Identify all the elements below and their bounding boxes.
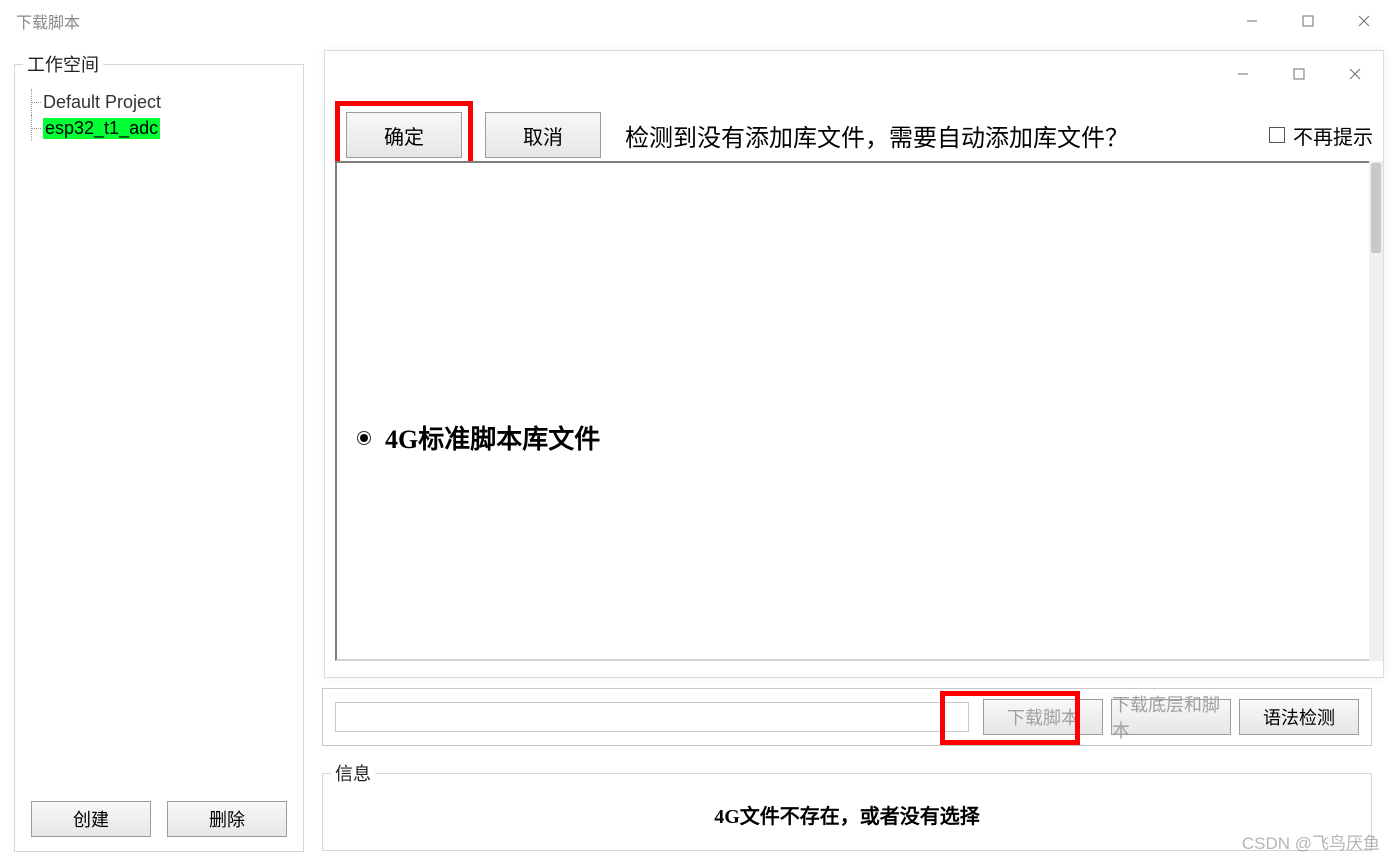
highlight-confirm: 确定 [335, 101, 473, 169]
checkbox-icon[interactable] [1269, 127, 1285, 143]
radio-option-4g[interactable]: 4G标准脚本库文件 [357, 419, 600, 456]
dialog-titlebar[interactable] [325, 51, 1383, 97]
bottom-buttons: 下载脚本 下载底层和脚本 语法检测 [983, 699, 1359, 735]
main-titlebar[interactable]: 下载脚本 [0, 0, 1396, 42]
dont-prompt-checkbox[interactable]: 不再提示 [1269, 121, 1373, 150]
maximize-icon[interactable] [1280, 0, 1336, 42]
dialog-close-icon[interactable] [1327, 51, 1383, 97]
workspace-buttons: 创建 删除 [15, 801, 303, 837]
tree-root-label: Default Project [43, 92, 161, 113]
tree-child-label: esp32_t1_adc [43, 118, 160, 139]
close-icon[interactable] [1336, 0, 1392, 42]
cancel-button[interactable]: 取消 [485, 112, 601, 158]
minimize-icon[interactable] [1224, 0, 1280, 42]
dialog-body: 4G标准脚本库文件 [335, 161, 1373, 661]
dialog-message: 检测到没有添加库文件，需要自动添加库文件？ [625, 118, 1257, 153]
info-panel: 信息 4G文件不存在，或者没有选择 [322, 773, 1372, 851]
download-base-script-button[interactable]: 下载底层和脚本 [1111, 699, 1231, 735]
path-input[interactable] [335, 702, 969, 732]
window-title: 下载脚本 [16, 9, 80, 33]
scrollbar-thumb[interactable] [1371, 163, 1381, 253]
workspace-tree[interactable]: Default Project esp32_t1_adc [25, 89, 295, 789]
dialog-minimize-icon[interactable] [1215, 51, 1271, 97]
main-window: 下载脚本 工作空间 Default Project esp32_t1_adc 创… [0, 0, 1396, 864]
dont-prompt-label: 不再提示 [1293, 121, 1373, 150]
workspace-panel: 工作空间 Default Project esp32_t1_adc 创建 删除 [14, 64, 304, 852]
download-script-button[interactable]: 下载脚本 [983, 699, 1103, 735]
dialog-window: 确定 取消 检测到没有添加库文件，需要自动添加库文件？ 不再提示 4G标准脚本库… [324, 50, 1384, 678]
dialog-scrollbar[interactable] [1369, 161, 1383, 661]
dialog-maximize-icon[interactable] [1271, 51, 1327, 97]
tree-row-root[interactable]: Default Project [25, 89, 295, 115]
info-legend: 信息 [331, 760, 375, 786]
tree-row-child[interactable]: esp32_t1_adc [25, 115, 295, 141]
confirm-button[interactable]: 确定 [346, 112, 462, 158]
watermark: CSDN @飞鸟厌鱼 [1242, 829, 1380, 854]
syntax-check-button[interactable]: 语法检测 [1239, 699, 1359, 735]
window-controls [1224, 0, 1392, 42]
bottom-bar: 下载脚本 下载底层和脚本 语法检测 [322, 688, 1372, 746]
radio-icon[interactable] [357, 431, 371, 445]
workspace-legend: 工作空间 [23, 51, 103, 77]
dialog-top-row: 确定 取消 检测到没有添加库文件，需要自动添加库文件？ 不再提示 [335, 101, 1373, 169]
create-button[interactable]: 创建 [31, 801, 151, 837]
radio-label: 4G标准脚本库文件 [385, 419, 600, 456]
info-message: 4G文件不存在，或者没有选择 [323, 800, 1371, 829]
delete-button[interactable]: 删除 [167, 801, 287, 837]
